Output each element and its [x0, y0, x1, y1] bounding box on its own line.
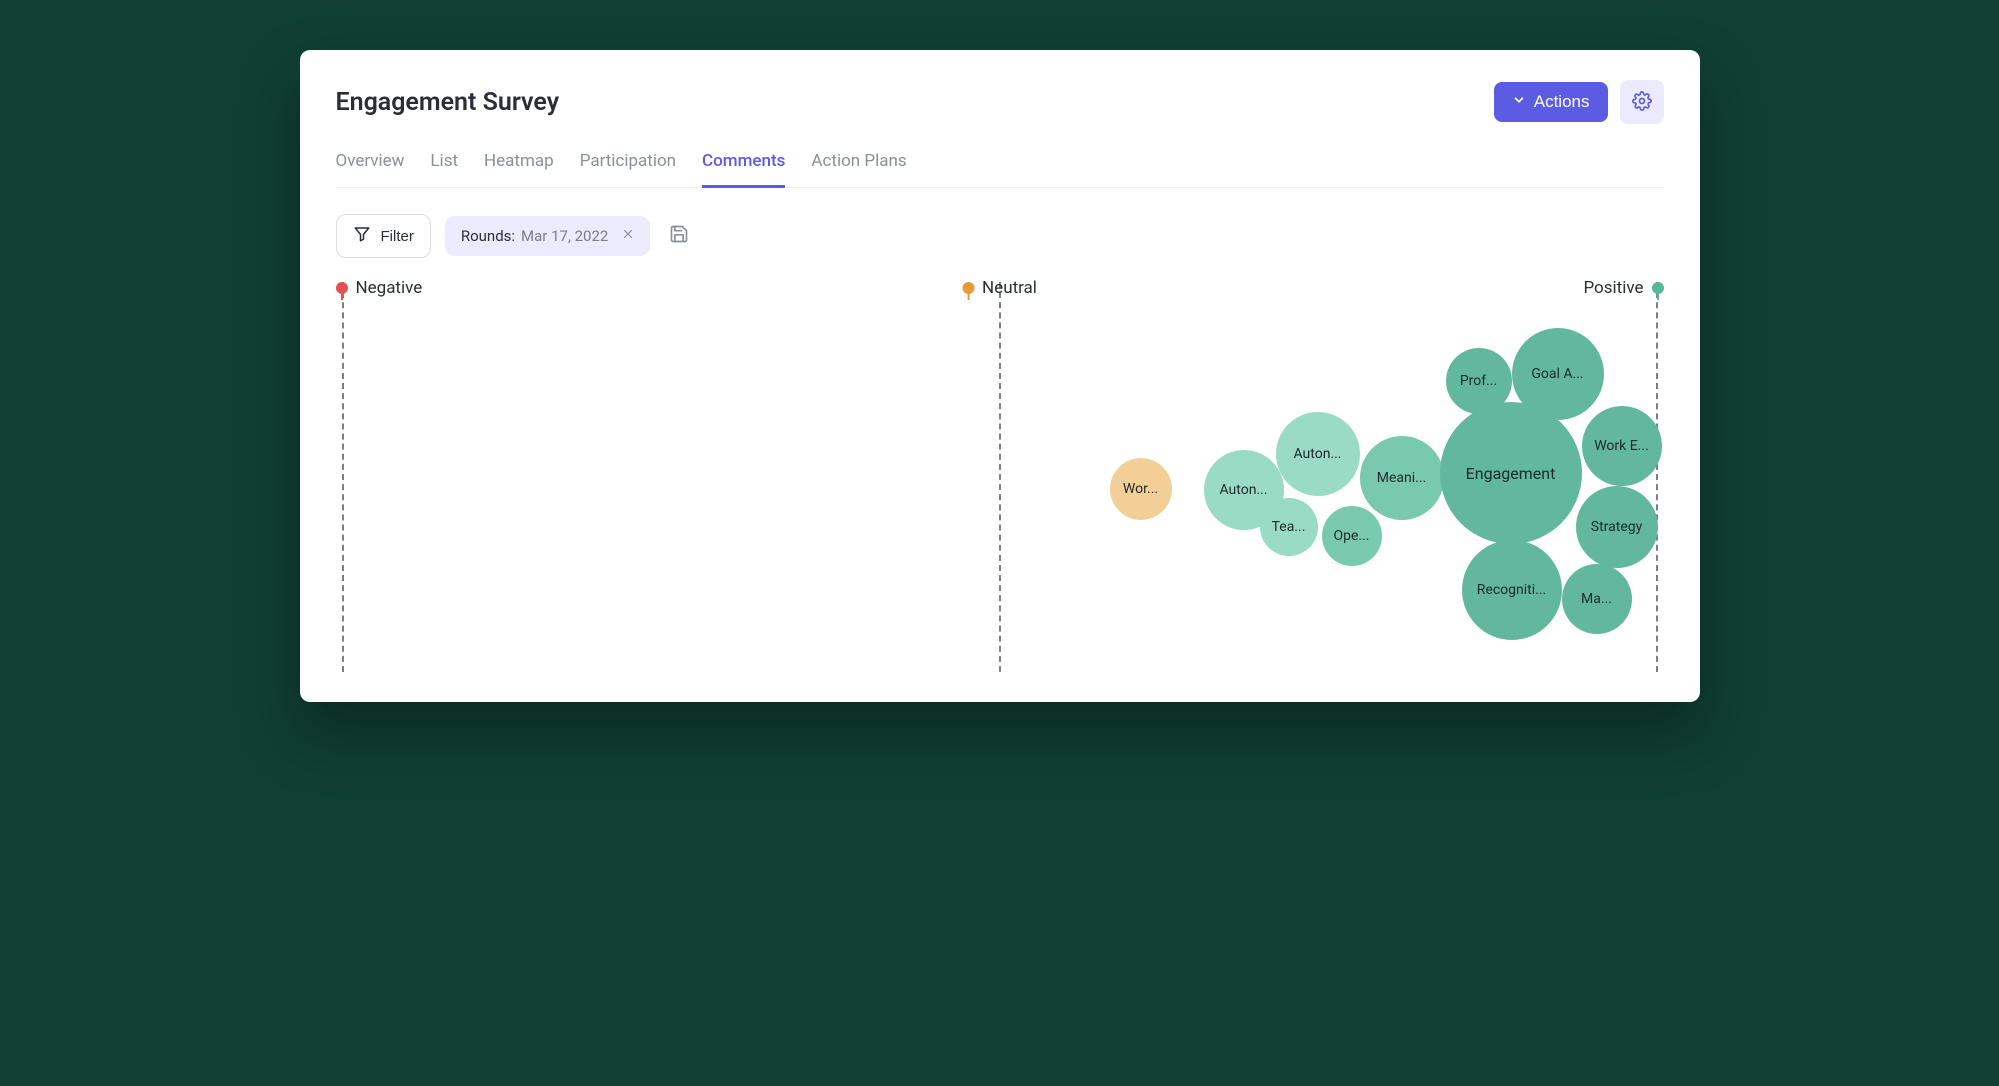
filter-button-label: Filter: [381, 228, 414, 245]
bubble-ma[interactable]: Ma...: [1562, 564, 1632, 634]
actions-button-label: Actions: [1534, 92, 1590, 112]
axis-label-negative-text: Negative: [356, 278, 423, 298]
pin-negative-icon: [336, 282, 348, 294]
filter-row: Filter Rounds: Mar 17, 2022: [336, 214, 1664, 258]
pin-neutral-icon: [962, 282, 974, 294]
pin-positive-icon: [1652, 282, 1664, 294]
tab-action-plans[interactable]: Action Plans: [811, 145, 906, 188]
page-title: Engagement Survey: [336, 88, 560, 117]
actions-button[interactable]: Actions: [1494, 82, 1608, 122]
axis-label-neutral: Neutral: [962, 278, 1037, 298]
save-view-button[interactable]: [664, 221, 694, 251]
tab-heatmap[interactable]: Heatmap: [484, 145, 554, 188]
tabs: Overview List Heatmap Participation Comm…: [336, 144, 1664, 188]
filter-chip-label: Rounds:: [461, 227, 515, 245]
sentiment-chart: Negative Neutral Positive Wor... Auton..…: [336, 282, 1664, 672]
axis-label-positive: Positive: [1583, 278, 1663, 298]
bubble-ope[interactable]: Ope...: [1322, 506, 1382, 566]
gear-icon: [1632, 91, 1652, 114]
filter-chip-remove[interactable]: [618, 226, 638, 246]
bubble-wor[interactable]: Wor...: [1110, 458, 1172, 520]
settings-button[interactable]: [1620, 80, 1664, 124]
axis-label-neutral-text: Neutral: [982, 278, 1037, 298]
axis-label-negative: Negative: [336, 278, 423, 298]
tab-overview[interactable]: Overview: [336, 145, 405, 188]
header: Engagement Survey Actions: [336, 80, 1664, 124]
bubble-strategy[interactable]: Strategy: [1576, 486, 1658, 568]
bubble-auton-2[interactable]: Auton...: [1276, 412, 1360, 496]
tab-participation[interactable]: Participation: [580, 145, 676, 188]
axis-label-positive-text: Positive: [1583, 278, 1643, 298]
bubble-meaning[interactable]: Meani...: [1360, 436, 1444, 520]
tab-comments[interactable]: Comments: [702, 145, 785, 188]
bubbles: Wor... Auton... Auton... Tea... Meani...…: [336, 308, 1664, 672]
filter-icon: [353, 225, 371, 247]
chevron-down-icon: [1512, 92, 1526, 112]
bubble-work-e[interactable]: Work E...: [1582, 406, 1662, 486]
filter-chip-value: Mar 17, 2022: [521, 227, 608, 245]
close-icon: [621, 227, 635, 245]
bubble-engagement[interactable]: Engagement: [1440, 402, 1582, 544]
survey-card: Engagement Survey Actions Overview List …: [300, 50, 1700, 702]
tab-list[interactable]: List: [430, 145, 458, 188]
filter-button[interactable]: Filter: [336, 214, 431, 258]
save-icon: [669, 224, 689, 248]
header-actions: Actions: [1494, 80, 1664, 124]
filter-chip-rounds[interactable]: Rounds: Mar 17, 2022: [445, 216, 651, 256]
bubble-recognition[interactable]: Recogniti...: [1462, 540, 1562, 640]
bubble-tea[interactable]: Tea...: [1260, 498, 1318, 556]
